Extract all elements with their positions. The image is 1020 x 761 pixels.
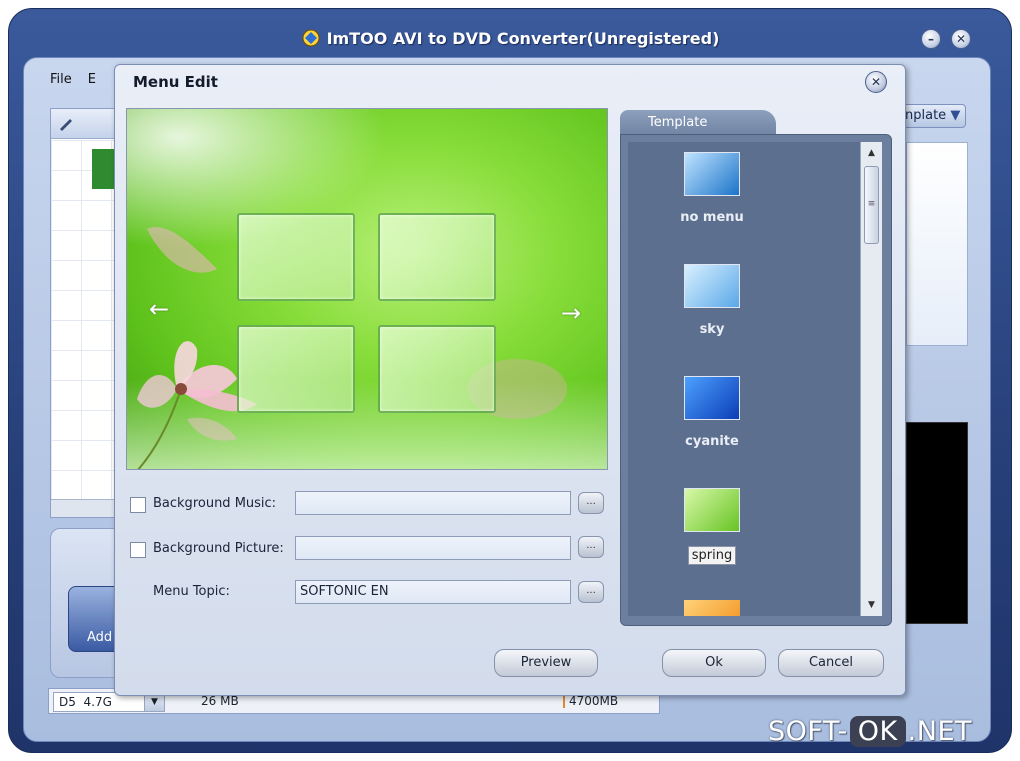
menu-slot-2[interactable] xyxy=(378,213,496,301)
template-name: cyanite xyxy=(685,434,739,449)
template-thumbnail-icon[interactable] xyxy=(684,376,740,420)
template-list: no menu sky cyanite spring xyxy=(628,142,860,616)
used-space: 26 MB xyxy=(201,694,239,708)
template-item[interactable]: no menu xyxy=(628,152,860,242)
background-picture-browse-button[interactable]: ... xyxy=(578,536,604,558)
menu-topic-browse-button[interactable]: ... xyxy=(578,581,604,603)
background-music-field[interactable] xyxy=(295,491,571,515)
scroll-thumb[interactable]: ≡ xyxy=(864,166,879,244)
watermark-logo: SOFT- OK .NET xyxy=(768,716,972,756)
template-item[interactable]: sky xyxy=(628,264,860,354)
watermark-right: .NET xyxy=(907,716,973,747)
minimize-button[interactable]: – xyxy=(921,29,941,49)
menubar: File E xyxy=(50,72,112,98)
menu-file[interactable]: File xyxy=(50,72,72,87)
cancel-button[interactable]: Cancel xyxy=(778,649,884,677)
template-scrollbar[interactable]: ▲ ≡ ▼ xyxy=(860,142,882,616)
add-button-label: Add xyxy=(87,630,113,645)
template-dropdown[interactable]: nplate ▼ xyxy=(896,104,966,128)
dialog-title: Menu Edit xyxy=(133,73,218,91)
background-picture-label: Background Picture: xyxy=(153,541,284,556)
template-dropdown-label: nplate xyxy=(905,108,947,123)
chevron-down-icon: ▼ xyxy=(950,108,961,123)
menu-topic-field[interactable]: SOFTONIC EN xyxy=(295,580,571,604)
template-name: spring xyxy=(688,546,736,565)
menu-slot-1[interactable] xyxy=(237,213,355,301)
menu-edit[interactable]: E xyxy=(88,72,96,87)
watermark-left: SOFT- xyxy=(768,716,848,747)
template-thumbnail-icon[interactable] xyxy=(684,600,740,616)
total-space: 4700MB xyxy=(563,694,618,708)
template-name: no menu xyxy=(680,210,744,225)
menu-slot-3[interactable] xyxy=(237,325,355,413)
ok-button[interactable]: Ok xyxy=(662,649,766,677)
video-player xyxy=(906,422,968,624)
background-picture-checkbox[interactable] xyxy=(130,542,146,558)
template-item[interactable]: cyanite xyxy=(628,376,860,466)
previous-arrow-icon[interactable]: ← xyxy=(149,295,169,323)
menu-preview: ← → xyxy=(126,108,608,470)
template-thumbnail-icon[interactable] xyxy=(684,488,740,532)
preview-panel xyxy=(906,142,968,346)
menu-slot-4[interactable] xyxy=(378,325,496,413)
app-title: ImTOO AVI to DVD Converter(Unregistered) xyxy=(9,29,1011,48)
background-music-label: Background Music: xyxy=(153,496,277,511)
menu-topic-label: Menu Topic: xyxy=(153,584,230,599)
scroll-down-icon[interactable]: ▼ xyxy=(861,596,882,614)
edit-pencil-icon[interactable] xyxy=(51,109,81,139)
watermark-box: OK xyxy=(849,716,906,747)
background-music-browse-button[interactable]: ... xyxy=(578,492,604,514)
tab-template[interactable]: Template xyxy=(620,110,776,136)
template-name: sky xyxy=(699,322,725,337)
app-title-text: ImTOO AVI to DVD Converter(Unregistered) xyxy=(326,29,720,48)
template-thumbnail-icon[interactable] xyxy=(684,264,740,308)
next-arrow-icon[interactable]: → xyxy=(561,299,581,327)
background-music-checkbox[interactable] xyxy=(130,497,146,513)
dialog-close-button[interactable]: ✕ xyxy=(865,71,887,93)
app-logo-icon xyxy=(302,29,320,47)
background-picture-field[interactable] xyxy=(295,536,571,560)
preview-button[interactable]: Preview xyxy=(494,649,598,677)
app-close-button[interactable]: ✕ xyxy=(951,29,971,49)
disc-size: 4.7G xyxy=(83,695,112,709)
scroll-up-icon[interactable]: ▲ xyxy=(861,144,882,162)
disc-type: D5 xyxy=(59,695,76,709)
template-item[interactable]: spring xyxy=(628,488,860,578)
template-thumbnail-icon[interactable] xyxy=(684,152,740,196)
